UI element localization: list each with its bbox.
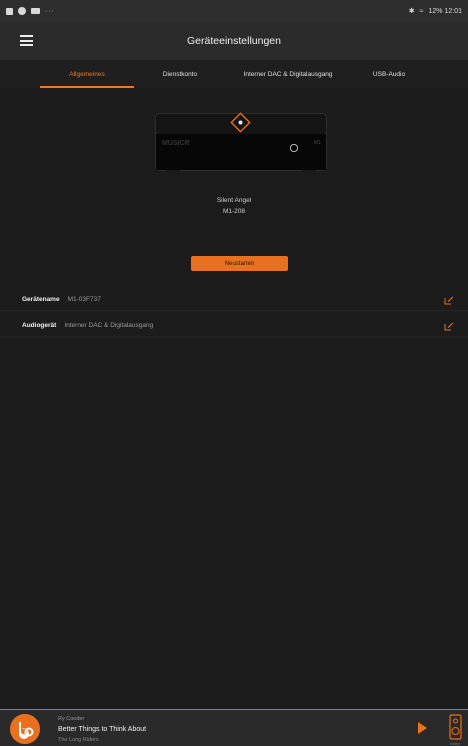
page-title: Geräteeinstellungen bbox=[187, 35, 281, 47]
tab-dienstkonto[interactable]: Dienstkonto bbox=[134, 60, 226, 88]
now-playing-album: The Long Riders bbox=[58, 737, 99, 743]
status-time-battery: 12% 12:01 bbox=[428, 7, 462, 15]
play-icon[interactable] bbox=[418, 722, 427, 734]
device-name-line2: M1-208 bbox=[222, 208, 246, 215]
device-label: Index bbox=[450, 741, 460, 746]
sync-icon bbox=[18, 7, 26, 15]
setting-row-audio-device: Audiogerät Interner DAC & Digitalausgang bbox=[0, 315, 468, 337]
edit-icon[interactable] bbox=[444, 295, 454, 305]
app-bar: Geräteeinstellungen bbox=[0, 22, 468, 60]
notification-icon bbox=[6, 7, 13, 15]
app-logo-icon bbox=[10, 714, 40, 744]
more-notifications-icon: ··· bbox=[45, 7, 55, 15]
setting-value: Interner DAC & Digitalausgang bbox=[64, 322, 154, 329]
setting-label: Gerätename bbox=[22, 296, 60, 303]
device-image: MUSICR M1 bbox=[155, 112, 327, 175]
mail-icon bbox=[31, 8, 40, 14]
tab-interner-dac[interactable]: Interner DAC & Digitalausgang bbox=[226, 60, 350, 88]
now-playing-bar[interactable]: Ry Cooder Better Things to Think About T… bbox=[0, 709, 468, 746]
setting-value: M1-03F737 bbox=[67, 296, 101, 303]
setting-row-device-name: Gerätename M1-03F737 bbox=[0, 289, 468, 311]
now-playing-artist: Ry Cooder bbox=[58, 716, 85, 722]
settings-tabs: Allgemeines Dienstkonto Interner DAC & D… bbox=[0, 60, 468, 88]
status-bar-right: ✱ ≈ 12% 12:01 bbox=[408, 7, 462, 16]
edit-icon[interactable] bbox=[444, 321, 454, 331]
status-bar: ··· ✱ ≈ 12% 12:01 bbox=[0, 0, 468, 22]
wifi-icon: ≈ bbox=[419, 7, 424, 15]
device-brand-text: MUSICR bbox=[162, 140, 190, 147]
status-bar-left: ··· bbox=[6, 7, 55, 15]
speaker-icon[interactable] bbox=[449, 714, 462, 742]
setting-label: Audiogerät bbox=[22, 322, 57, 329]
tab-allgemeines[interactable]: Allgemeines bbox=[40, 60, 134, 88]
device-name-line1: Silent Angel bbox=[216, 197, 252, 204]
now-playing-title: Better Things to Think About bbox=[58, 726, 147, 733]
tab-usb-audio[interactable]: USB-Audio bbox=[350, 60, 428, 88]
restart-button[interactable]: Neustarten bbox=[191, 256, 288, 271]
bluetooth-icon: ✱ bbox=[408, 8, 415, 15]
hamburger-menu-icon[interactable] bbox=[20, 35, 33, 46]
device-model-badge: M1 bbox=[314, 140, 321, 146]
